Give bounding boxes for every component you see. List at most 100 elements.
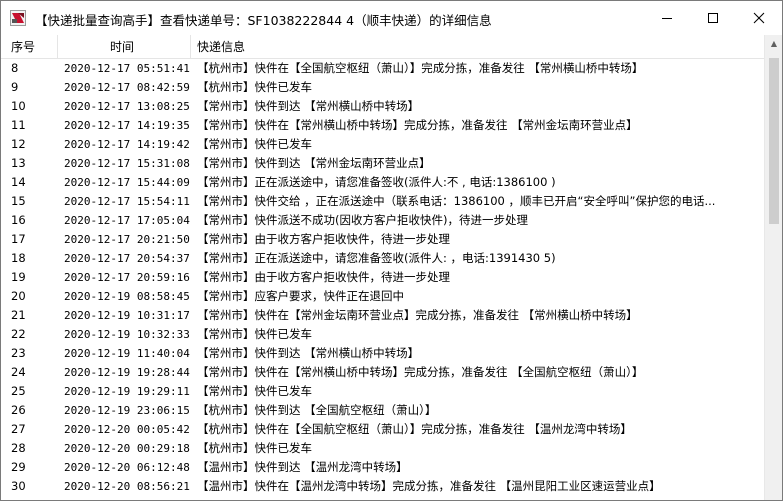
table-row[interactable]: 12 2020-12-17 14:19:42 【常州市】快件已发车 bbox=[1, 135, 764, 154]
table-row[interactable]: 28 2020-12-20 00:29:18 【杭州市】快件已发车 bbox=[1, 439, 764, 458]
table-row[interactable]: 20 2020-12-19 08:58:45 【常州市】应客户要求，快件正在退回中 bbox=[1, 287, 764, 306]
table-row[interactable]: 15 2020-12-17 15:54:11 【常州市】快件交给 ，正在派送途中（联… bbox=[1, 192, 764, 211]
table-row[interactable]: 29 2020-12-20 06:12:48 【温州市】快件到达 【温州龙湾中转场】 bbox=[1, 458, 764, 477]
scroll-thumb[interactable] bbox=[769, 58, 779, 224]
row-time: 2020-12-17 15:54:11 bbox=[64, 195, 190, 208]
row-index: 10 bbox=[11, 99, 26, 113]
table-row[interactable]: 27 2020-12-20 00:05:42 【杭州市】快件在【全国航空枢纽（萧山）… bbox=[1, 420, 764, 439]
vertical-scrollbar[interactable]: ▲ bbox=[764, 35, 782, 500]
row-time: 2020-12-17 14:19:35 bbox=[64, 119, 190, 132]
table-row[interactable]: 11 2020-12-17 14:19:35 【常州市】快件在【常州横山桥中转场】完… bbox=[1, 116, 764, 135]
row-info: 【常州市】快件到达 【常州横山桥中转场】 bbox=[197, 346, 420, 360]
row-index: 15 bbox=[11, 194, 26, 208]
row-index: 14 bbox=[11, 175, 26, 189]
row-time: 2020-12-19 23:06:15 bbox=[64, 404, 190, 417]
row-index: 8 bbox=[11, 61, 19, 75]
row-time: 2020-12-20 00:05:42 bbox=[64, 423, 190, 436]
row-info: 【常州市】快件已发车 bbox=[197, 327, 312, 341]
row-info: 【常州市】由于收方客户拒收快件，待进一步处理 bbox=[197, 270, 450, 284]
table-row[interactable]: 25 2020-12-19 19:29:11 【常州市】快件已发车 bbox=[1, 382, 764, 401]
row-info: 【杭州市】快件已发车 bbox=[197, 80, 312, 94]
row-info: 【常州市】快件已发车 bbox=[197, 137, 312, 151]
row-info: 【温州市】快件到达 【温州龙湾中转场】 bbox=[197, 460, 408, 474]
maximize-icon bbox=[708, 12, 718, 23]
table-row[interactable]: 18 2020-12-17 20:54:37 【常州市】正在派送途中，请您准备签收(… bbox=[1, 249, 764, 268]
minimize-button[interactable] bbox=[644, 1, 690, 34]
table-row[interactable]: 14 2020-12-17 15:44:09 【常州市】正在派送途中，请您准备签收(… bbox=[1, 173, 764, 192]
table-row[interactable]: 22 2020-12-19 10:32:33 【常州市】快件已发车 bbox=[1, 325, 764, 344]
window-title: 【快递批量查询高手】查看快递单号：SF10382228​44 4（顺丰快递）的详… bbox=[35, 13, 492, 28]
row-info: 【常州市】快件在【常州横山桥中转场】完成分拣，准备发往 【全国航空枢纽（萧山）】 bbox=[197, 365, 644, 379]
row-info: 【常州市】快件交给 ，正在派送途中（联系电话：1386100 ，顺丰已开启“安全… bbox=[197, 194, 716, 208]
app-icon bbox=[10, 10, 26, 26]
row-time: 2020-12-17 20:54:37 bbox=[64, 252, 190, 265]
column-header-info[interactable]: 快递信息 bbox=[197, 35, 245, 59]
row-info: 【杭州市】快件在【全国航空枢纽（萧山）】完成分拣，准备发往 【常州横山桥中转场】 bbox=[197, 61, 644, 75]
column-header-time[interactable]: 时间 bbox=[110, 35, 134, 59]
row-index: 22 bbox=[11, 327, 26, 341]
column-header-index[interactable]: 序号 bbox=[11, 35, 35, 59]
row-info: 【常州市】应客户要求，快件正在退回中 bbox=[197, 289, 404, 303]
row-time: 2020-12-19 19:29:11 bbox=[64, 385, 190, 398]
row-info: 【常州市】快件到达 【常州横山桥中转场】 bbox=[197, 99, 420, 113]
row-time: 2020-12-17 15:31:08 bbox=[64, 157, 190, 170]
row-info: 【常州市】快件在【常州金坛南环营业点】完成分拣，准备发往 【常州横山桥中转场】 bbox=[197, 308, 638, 322]
row-time: 2020-12-17 15:44:09 bbox=[64, 176, 190, 189]
row-time: 2020-12-17 13:08:25 bbox=[64, 100, 190, 113]
table-row[interactable]: 26 2020-12-19 23:06:15 【杭州市】快件到达 【全国航空枢纽（萧… bbox=[1, 401, 764, 420]
table-row[interactable]: 30 2020-12-20 08:56:21 【温州市】快件在【温州龙湾中转场】完成… bbox=[1, 477, 764, 496]
tracking-list[interactable]: 8 2020-12-17 05:51:41 【杭州市】快件在【全国航空枢纽（萧山）】… bbox=[1, 59, 764, 500]
scroll-up-button[interactable]: ▲ bbox=[765, 35, 782, 52]
row-info: 【常州市】正在派送途中，请您准备签收(派件人:不 , 电话:1386100 ) bbox=[197, 175, 556, 189]
row-time: 2020-12-19 19:28:44 bbox=[64, 366, 190, 379]
table-row[interactable]: 16 2020-12-17 17:05:04 【常州市】快件派送不成功(因收方客户拒… bbox=[1, 211, 764, 230]
row-info: 【常州市】快件到达 【常州金坛南环营业点】 bbox=[197, 156, 431, 170]
row-time: 2020-12-20 08:56:21 bbox=[64, 480, 190, 493]
row-index: 13 bbox=[11, 156, 26, 170]
row-info: 【常州市】由于收方客户拒收快件，待进一步处理 bbox=[197, 232, 450, 246]
row-info: 【杭州市】快件已发车 bbox=[197, 441, 312, 455]
row-info: 【杭州市】快件到达 【全国航空枢纽（萧山）】 bbox=[197, 403, 437, 417]
row-time: 2020-12-17 14:19:42 bbox=[64, 138, 190, 151]
minimize-icon bbox=[662, 17, 672, 19]
table-row[interactable]: 9 2020-12-17 08:42:59 【杭州市】快件已发车 bbox=[1, 78, 764, 97]
title-bar[interactable]: 【快递批量查询高手】查看快递单号：SF10382228​44 4（顺丰快递）的详… bbox=[1, 1, 782, 35]
table-row[interactable]: 19 2020-12-17 20:59:16 【常州市】由于收方客户拒收快件，待进一… bbox=[1, 268, 764, 287]
row-index: 19 bbox=[11, 270, 26, 284]
row-index: 24 bbox=[11, 365, 26, 379]
row-index: 29 bbox=[11, 460, 26, 474]
table-row[interactable]: 8 2020-12-17 05:51:41 【杭州市】快件在【全国航空枢纽（萧山）】… bbox=[1, 59, 764, 78]
table-row[interactable]: 24 2020-12-19 19:28:44 【常州市】快件在【常州横山桥中转场】完… bbox=[1, 363, 764, 382]
row-time: 2020-12-19 10:32:33 bbox=[64, 328, 190, 341]
row-info: 【杭州市】快件在【全国航空枢纽（萧山）】完成分拣，准备发往 【温州龙湾中转场】 bbox=[197, 422, 632, 436]
row-index: 25 bbox=[11, 384, 26, 398]
row-time: 2020-12-17 17:05:04 bbox=[64, 214, 190, 227]
row-index: 9 bbox=[11, 80, 19, 94]
row-index: 27 bbox=[11, 422, 26, 436]
table-header: 序号 时间 快递信息 bbox=[1, 35, 782, 59]
row-index: 16 bbox=[11, 213, 26, 227]
table-row[interactable]: 23 2020-12-19 11:40:04 【常州市】快件到达 【常州横山桥中转场… bbox=[1, 344, 764, 363]
row-info: 【常州市】正在派送途中，请您准备签收(派件人: ，电话:1391430 5) bbox=[197, 251, 556, 265]
table-row[interactable]: 17 2020-12-17 20:21:50 【常州市】由于收方客户拒收快件，待进一… bbox=[1, 230, 764, 249]
close-button[interactable] bbox=[736, 1, 782, 34]
maximize-button[interactable] bbox=[690, 1, 736, 34]
row-time: 2020-12-19 08:58:45 bbox=[64, 290, 190, 303]
row-index: 30 bbox=[11, 479, 26, 493]
row-index: 21 bbox=[11, 308, 26, 322]
row-time: 2020-12-17 05:51:41 bbox=[64, 62, 190, 75]
table-row[interactable]: 13 2020-12-17 15:31:08 【常州市】快件到达 【常州金坛南环营业… bbox=[1, 154, 764, 173]
row-time: 2020-12-20 00:29:18 bbox=[64, 442, 190, 455]
row-index: 12 bbox=[11, 137, 26, 151]
row-index: 26 bbox=[11, 403, 26, 417]
row-index: 11 bbox=[11, 118, 26, 132]
row-info: 【常州市】快件已发车 bbox=[197, 384, 312, 398]
column-divider[interactable] bbox=[190, 35, 191, 59]
row-index: 17 bbox=[11, 232, 26, 246]
table-row[interactable]: 21 2020-12-19 10:31:17 【常州市】快件在【常州金坛南环营业点】… bbox=[1, 306, 764, 325]
table-row[interactable]: 10 2020-12-17 13:08:25 【常州市】快件到达 【常州横山桥中转场… bbox=[1, 97, 764, 116]
column-divider[interactable] bbox=[57, 35, 58, 59]
row-time: 2020-12-17 20:21:50 bbox=[64, 233, 190, 246]
close-icon bbox=[753, 12, 765, 23]
detail-window: 【快递批量查询高手】查看快递单号：SF10382228​44 4（顺丰快递）的详… bbox=[0, 0, 783, 501]
